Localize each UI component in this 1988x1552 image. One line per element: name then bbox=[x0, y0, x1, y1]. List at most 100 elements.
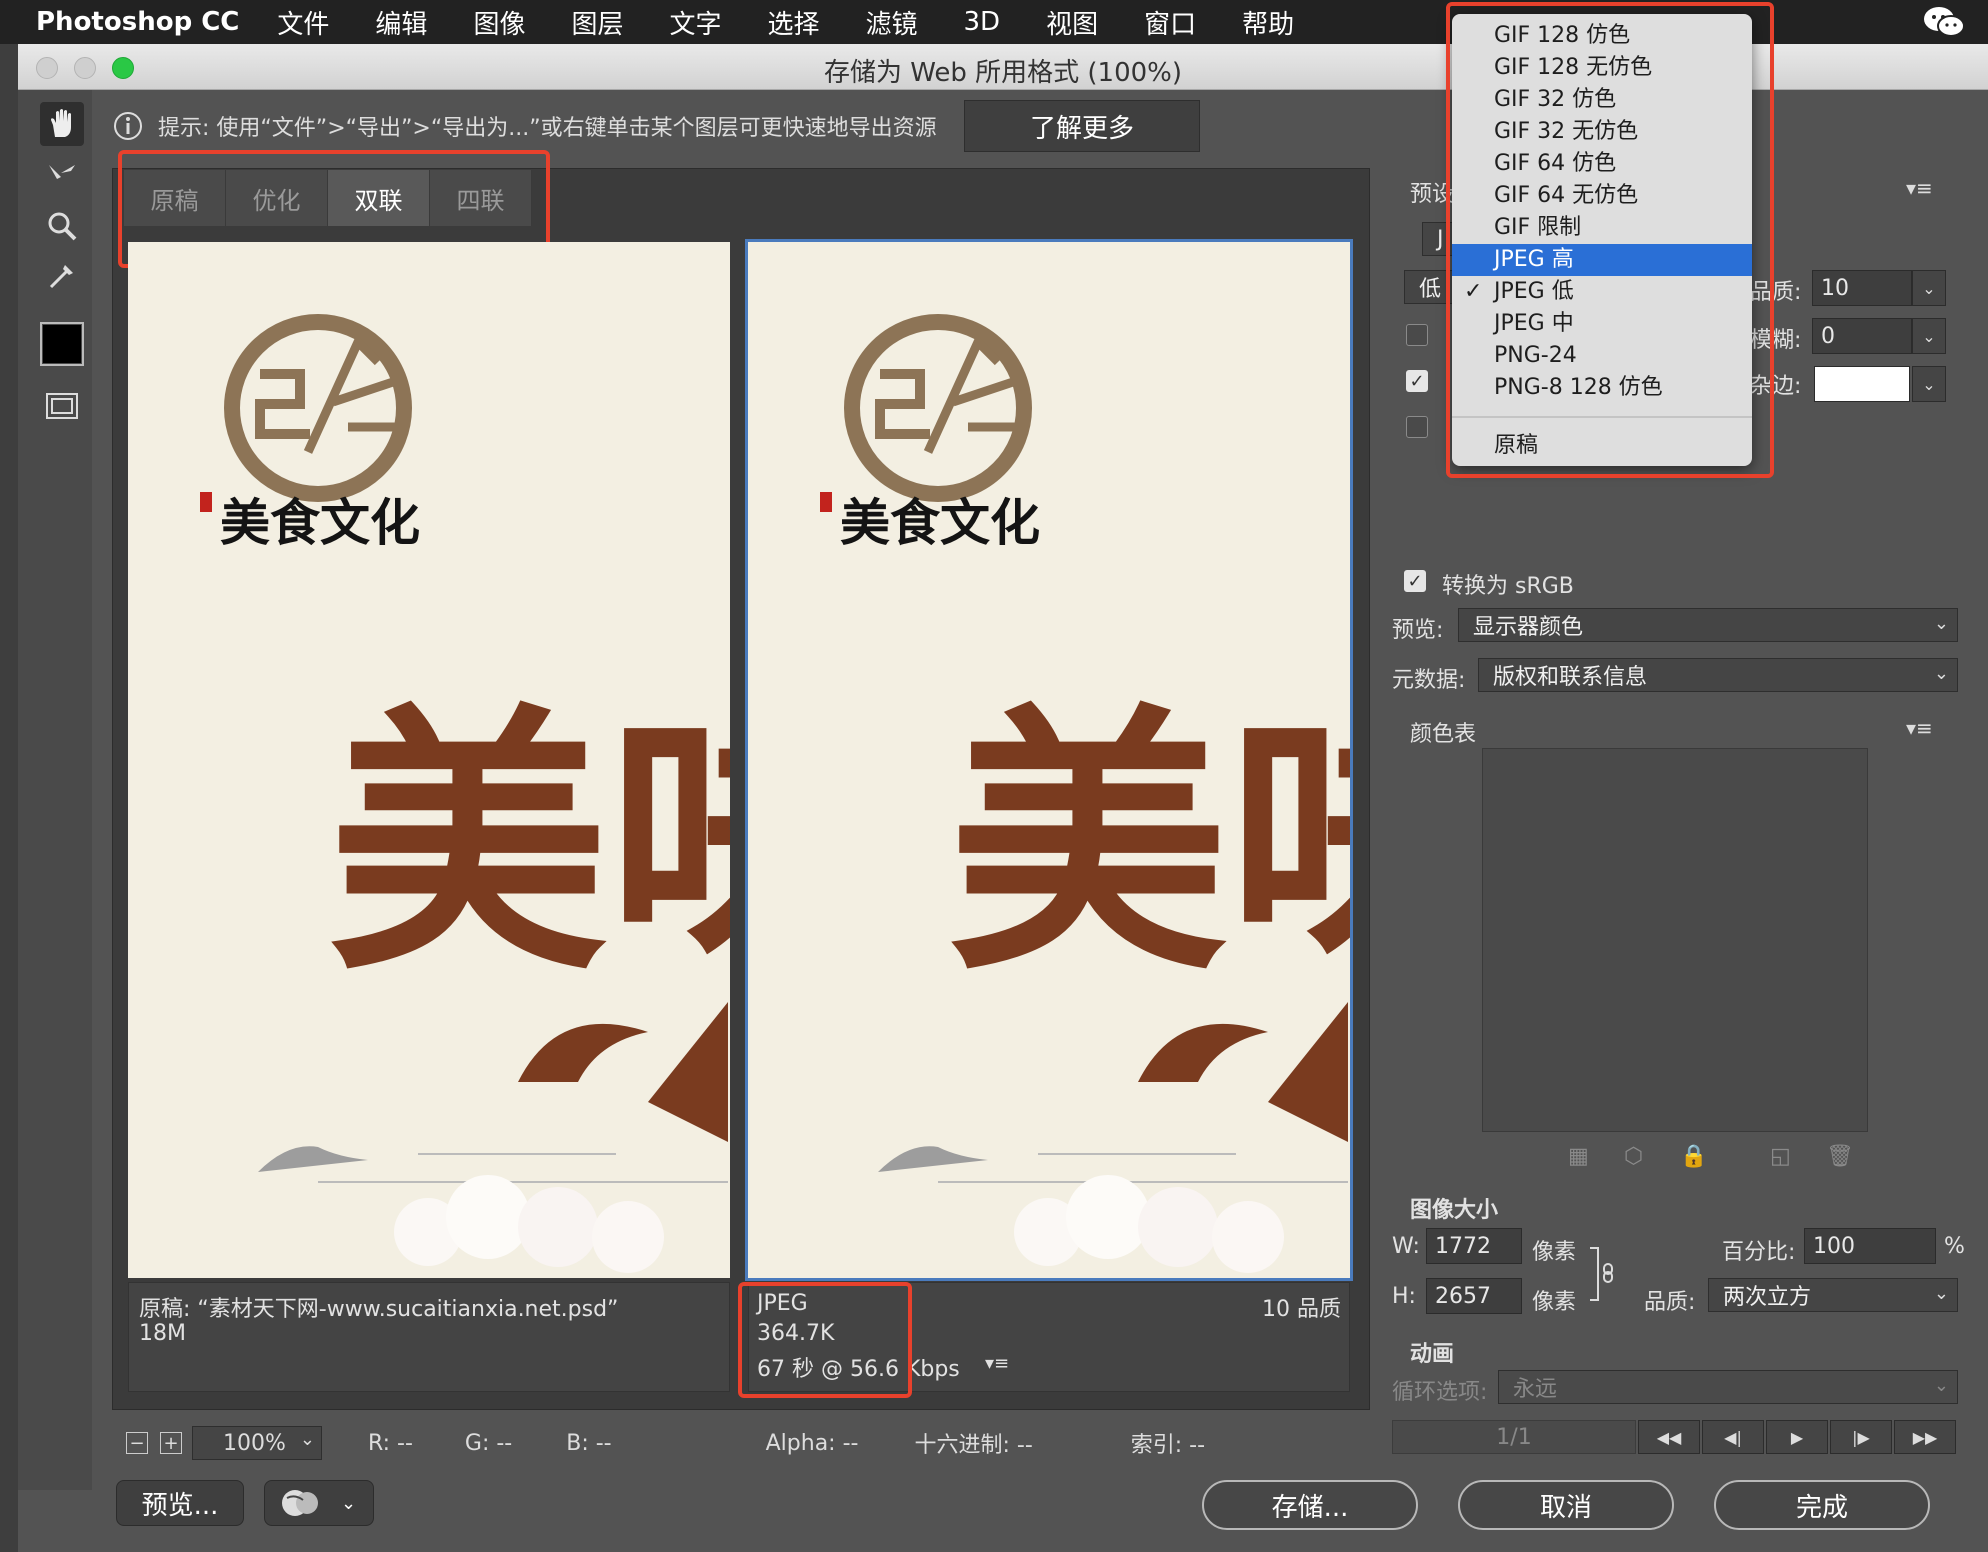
metadata-dropdown[interactable]: 版权和联系信息 ⌄ bbox=[1478, 658, 1958, 692]
height-label: H: bbox=[1392, 1284, 1416, 1309]
optimized-quality: 10 品质 bbox=[1262, 1297, 1341, 1322]
animation-title: 动画 bbox=[1410, 1342, 1455, 1367]
image-size-title: 图像大小 bbox=[1410, 1198, 1499, 1223]
menu-type[interactable]: 文字 bbox=[669, 4, 721, 41]
blur-dropdown-chevron[interactable]: ⌄ bbox=[1912, 318, 1946, 354]
readout-index: 索引: -- bbox=[1130, 1433, 1206, 1458]
zoom-in-button[interactable]: + bbox=[160, 1432, 182, 1454]
slice-select-tool-icon[interactable] bbox=[40, 154, 84, 198]
frame-counter: 1/1 bbox=[1392, 1420, 1636, 1454]
map-transparent-icon[interactable]: ▦ bbox=[1568, 1144, 1589, 1169]
info-highlight-box bbox=[738, 1282, 912, 1398]
zoom-out-button[interactable]: − bbox=[126, 1432, 148, 1454]
quality-input[interactable]: 10 bbox=[1812, 270, 1912, 306]
chevron-down-icon: ⌄ bbox=[299, 1429, 315, 1450]
zoom-tool-icon[interactable] bbox=[40, 204, 84, 248]
convert-srgb-checkbox[interactable]: ✓ bbox=[1404, 570, 1426, 592]
loop-label: 循环选项: bbox=[1392, 1380, 1488, 1405]
wechat-icon[interactable] bbox=[1922, 4, 1966, 40]
menu-select[interactable]: 选择 bbox=[767, 4, 819, 41]
web-shift-icon[interactable]: ⬡ bbox=[1624, 1144, 1643, 1169]
brand-title: 美食文化 bbox=[220, 493, 420, 552]
preview-button[interactable]: 预览... bbox=[116, 1480, 244, 1526]
menu-file[interactable]: 文件 bbox=[277, 4, 329, 41]
poster-artwork-original: 美食文化 美味 bbox=[200, 314, 730, 1273]
menu-image[interactable]: 图像 bbox=[473, 4, 525, 41]
preview-color-dropdown[interactable]: 显示器颜色 ⌄ bbox=[1458, 608, 1958, 642]
chevron-down-icon: ⌄ bbox=[341, 1492, 357, 1514]
percent-sign: % bbox=[1944, 1234, 1965, 1259]
width-label: W: bbox=[1392, 1234, 1420, 1259]
color-table-menu-icon[interactable]: ▾≡ bbox=[1906, 716, 1933, 740]
menu-help[interactable]: 帮助 bbox=[1242, 4, 1294, 41]
download-rate-menu-icon[interactable]: ▾≡ bbox=[985, 1353, 1009, 1374]
width-input[interactable]: 1772 bbox=[1426, 1228, 1522, 1264]
optimized-checkbox[interactable]: ✓ bbox=[1406, 370, 1428, 392]
headline-art: 美味 bbox=[948, 680, 1350, 1009]
color-table-label: 颜色表 bbox=[1410, 722, 1477, 747]
percent-input[interactable]: 100 bbox=[1804, 1228, 1936, 1264]
readout-b: B: -- bbox=[566, 1430, 612, 1456]
menu-view[interactable]: 视图 bbox=[1046, 4, 1098, 41]
browser-globe-icon bbox=[282, 1490, 318, 1516]
menu-window[interactable]: 窗口 bbox=[1144, 4, 1196, 41]
next-frame-button[interactable]: |▶ bbox=[1830, 1420, 1892, 1454]
link-dimensions-icon[interactable] bbox=[1588, 1246, 1618, 1302]
optimize-menu-icon[interactable]: ▾≡ bbox=[1906, 176, 1933, 200]
optimized-preview-pane[interactable]: 美食文化 美味 bbox=[745, 239, 1353, 1281]
embed-profile-checkbox[interactable] bbox=[1406, 416, 1428, 438]
loop-dropdown[interactable]: 永远 ⌄ bbox=[1498, 1370, 1958, 1404]
eyedropper-color-swatch[interactable] bbox=[40, 322, 84, 366]
hint-text: 提示: 使用“文件”>“导出”>“导出为...”或右键单击某个图层可更快速地导出… bbox=[158, 116, 937, 141]
metadata-label: 元数据: bbox=[1392, 668, 1466, 693]
browser-preview-dropdown[interactable]: ⌄ bbox=[264, 1480, 374, 1526]
eyedropper-tool-icon[interactable] bbox=[40, 254, 84, 298]
headline-art: 美味 bbox=[328, 680, 730, 1009]
status-bar: − + 100% ⌄ R: -- G: -- B: -- Alpha: -- 十… bbox=[112, 1418, 1370, 1468]
percent-label: 百分比: bbox=[1722, 1240, 1796, 1265]
first-frame-button[interactable]: ◀◀ bbox=[1638, 1420, 1700, 1454]
convert-srgb-label: 转换为 sRGB bbox=[1442, 574, 1574, 599]
chevron-down-icon: ⌄ bbox=[1933, 613, 1949, 634]
tool-column bbox=[18, 90, 92, 1490]
poster-artwork-optimized: 美食文化 美味 bbox=[820, 314, 1350, 1273]
height-input[interactable]: 2657 bbox=[1426, 1278, 1522, 1314]
menu-filter[interactable]: 滤镜 bbox=[866, 4, 918, 41]
last-frame-button[interactable]: ▶▶ bbox=[1894, 1420, 1956, 1454]
resample-quality-label: 品质: bbox=[1644, 1290, 1696, 1315]
dropdown-highlight-box bbox=[1446, 2, 1774, 478]
hint-bar: 提示: 使用“文件”>“导出”>“导出为...”或右键单击某个图层可更快速地导出… bbox=[112, 106, 937, 146]
toggle-slices-icon[interactable] bbox=[40, 384, 84, 428]
readout-r: R: -- bbox=[368, 1430, 413, 1456]
original-filesize: 18M bbox=[139, 1321, 186, 1346]
learn-more-button[interactable]: 了解更多 bbox=[964, 100, 1200, 152]
matte-color-swatch[interactable] bbox=[1814, 366, 1910, 402]
play-button[interactable]: ▶ bbox=[1766, 1420, 1828, 1454]
preview-label: 预览: bbox=[1392, 618, 1444, 643]
menu-edit[interactable]: 编辑 bbox=[375, 4, 427, 41]
readout-alpha: Alpha: -- bbox=[765, 1430, 859, 1456]
background-app-strip bbox=[0, 44, 18, 1552]
menu-3d[interactable]: 3D bbox=[964, 7, 1001, 37]
new-color-icon[interactable]: ◱ bbox=[1770, 1144, 1791, 1169]
original-preview-pane[interactable]: 美食文化 美味 bbox=[128, 242, 730, 1278]
resample-quality-dropdown[interactable]: 两次立方 ⌄ bbox=[1708, 1278, 1958, 1312]
blur-input[interactable]: 0 bbox=[1812, 318, 1912, 354]
hand-tool-icon[interactable] bbox=[40, 102, 84, 146]
done-button[interactable]: 完成 bbox=[1714, 1480, 1930, 1530]
chevron-down-icon: ⌄ bbox=[1933, 1375, 1949, 1396]
save-button[interactable]: 存储... bbox=[1202, 1480, 1418, 1530]
quality-dropdown-chevron[interactable]: ⌄ bbox=[1912, 270, 1946, 306]
original-info: 原稿: “素材天下网-www.sucaitianxia.net.psd” 18M bbox=[128, 1282, 730, 1392]
cancel-button[interactable]: 取消 bbox=[1458, 1480, 1674, 1530]
prev-frame-button[interactable]: ◀| bbox=[1702, 1420, 1764, 1454]
menu-layer[interactable]: 图层 bbox=[571, 4, 623, 41]
progressive-checkbox[interactable] bbox=[1406, 324, 1428, 346]
zoom-level-dropdown[interactable]: 100% ⌄ bbox=[192, 1426, 322, 1460]
matte-dropdown-chevron[interactable]: ⌄ bbox=[1912, 366, 1946, 402]
app-menu[interactable]: Photoshop CC bbox=[36, 7, 239, 37]
trash-icon[interactable]: 🗑 bbox=[1826, 1144, 1854, 1169]
brand-title: 美食文化 bbox=[840, 493, 1040, 552]
lock-color-icon[interactable]: 🔒 bbox=[1680, 1144, 1707, 1169]
chevron-down-icon: ⌄ bbox=[1933, 1283, 1949, 1304]
